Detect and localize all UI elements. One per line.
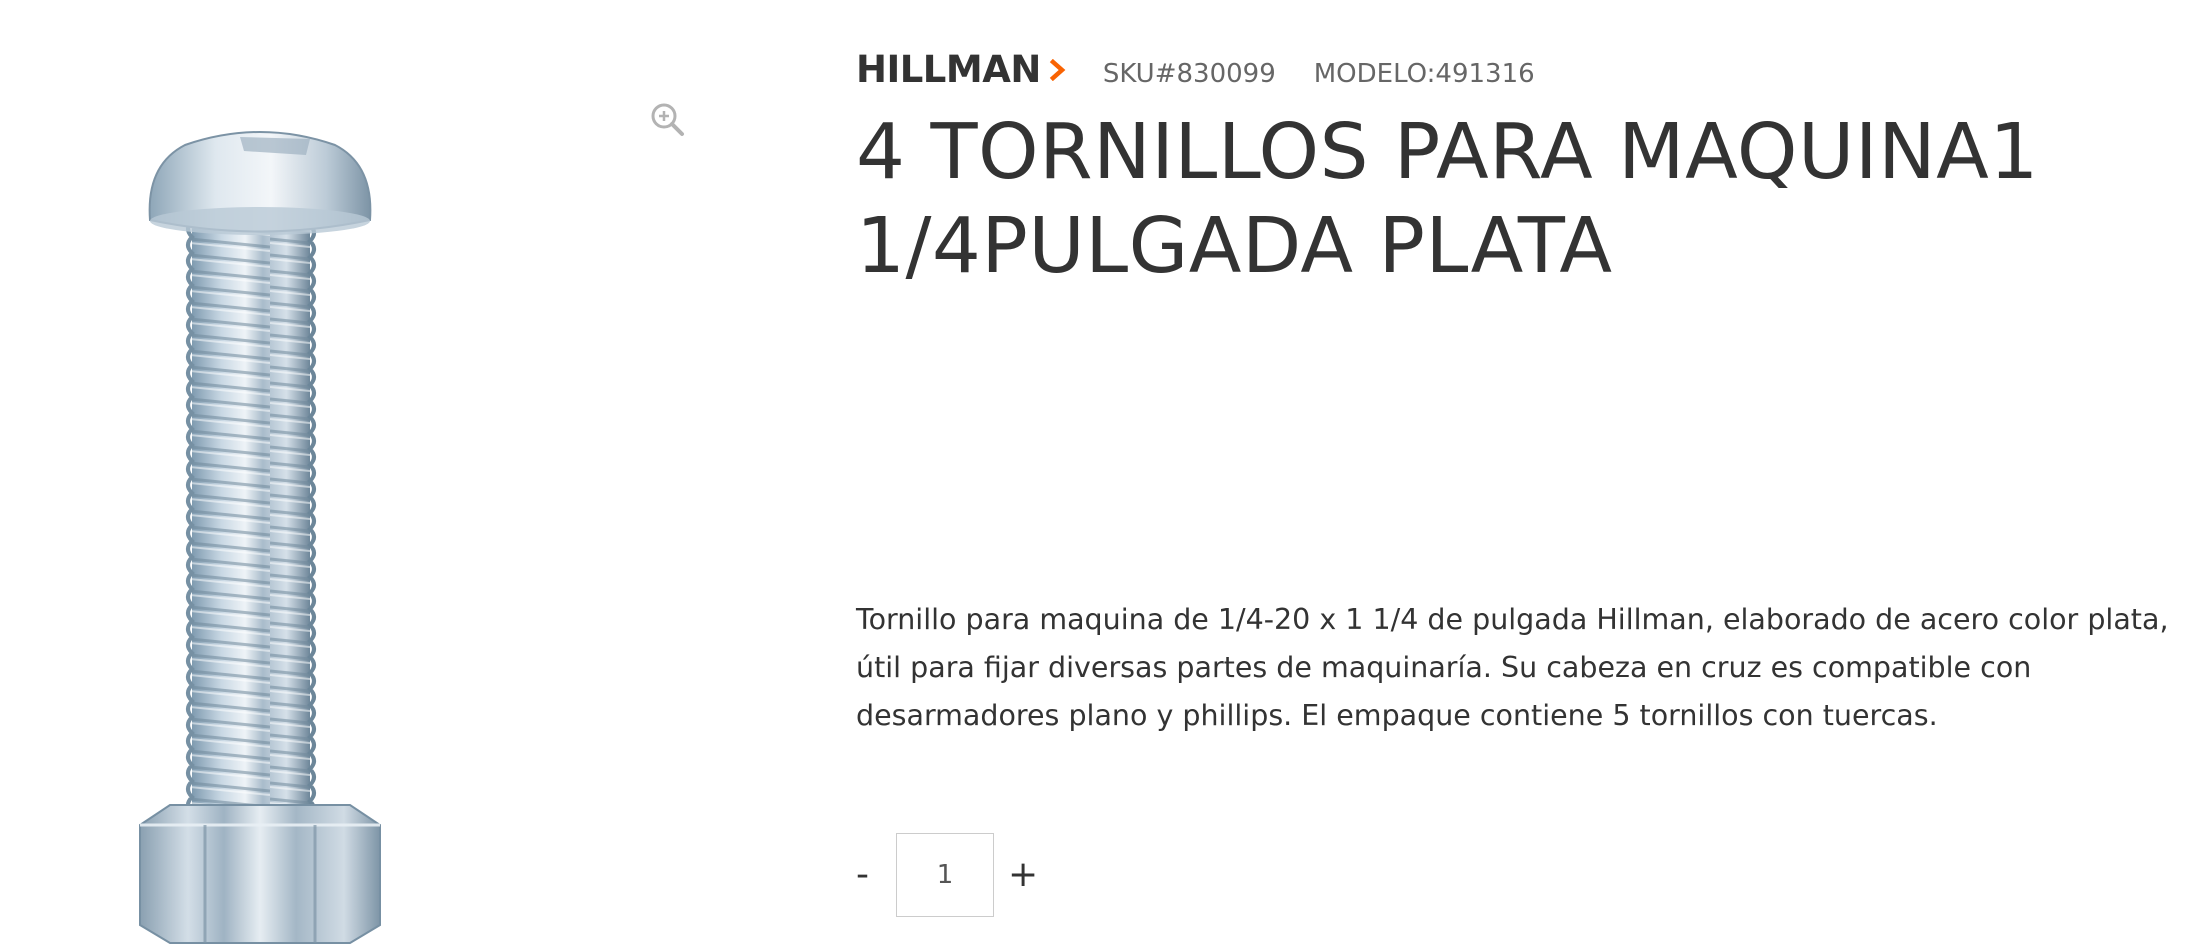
product-image-panel [0, 0, 800, 945]
quantity-input[interactable] [896, 833, 994, 917]
product-title: 4 TORNILLOS PARA MAQUINA1 1/4PULGADA PLA… [856, 108, 2039, 291]
product-meta-row: HILLMAN SKU#830099 MODELO:491316 [856, 48, 2176, 98]
quantity-decrease-button[interactable]: - [856, 857, 882, 893]
brand-link[interactable]: HILLMAN [856, 48, 1067, 91]
product-sku: SKU#830099 [1102, 59, 1276, 89]
product-description: Tornillo para maquina de 1/4-20 x 1 1/4 … [856, 603, 2169, 732]
brand-name: HILLMAN [856, 48, 1041, 91]
product-info: HILLMAN SKU#830099 MODELO:491316 4 TORNI… [856, 48, 2176, 294]
zoom-in-icon[interactable] [648, 100, 688, 140]
chevron-right-icon [1049, 58, 1066, 81]
product-model: MODELO:491316 [1313, 59, 1535, 89]
quantity-stepper: - + [856, 831, 1038, 919]
quantity-increase-button[interactable]: + [1008, 857, 1038, 893]
product-image [139, 131, 381, 944]
